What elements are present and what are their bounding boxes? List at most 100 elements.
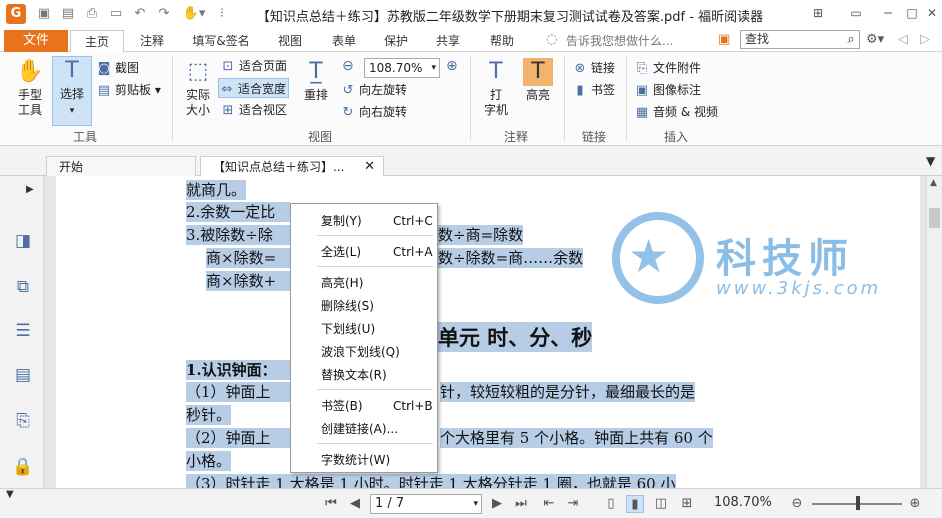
fit-page-button[interactable]: ⊡ 适合页面 — [220, 56, 287, 76]
tab-home[interactable]: 主页 — [70, 30, 124, 53]
typewriter-button[interactable]: T打 字机 — [480, 58, 512, 118]
hand-icon: ✋ — [16, 59, 44, 84]
vertical-scrollbar[interactable]: ▲ — [926, 176, 942, 488]
tell-me-input[interactable]: 告诉我您想做什么... — [566, 32, 673, 49]
settings-icon[interactable]: ⚙▾ — [866, 32, 884, 47]
screenshot-button[interactable]: ◙ 截图 — [96, 58, 139, 78]
ribbon-toggle-icon[interactable]: ⊞ — [806, 4, 830, 22]
layers-panel-icon[interactable]: ☰ — [12, 320, 34, 342]
scrollbar-thumb[interactable] — [929, 208, 940, 228]
continuous-facing-icon[interactable]: ⊞ — [678, 495, 696, 513]
continuous-page-icon[interactable]: ▮ — [626, 495, 644, 513]
link-icon: ⊗ — [574, 61, 586, 76]
redo-icon[interactable]: ↷ — [156, 6, 172, 22]
next-arrow-icon[interactable]: ▷ — [920, 32, 930, 47]
tab-share[interactable]: 共享 — [428, 30, 468, 52]
menu-item-copy[interactable]: 复制(Y) Ctrl+C — [291, 210, 437, 232]
tab-current-document[interactable]: 【知识点总结＋练习】... ✕ — [200, 156, 384, 177]
zoom-select[interactable]: 108.70% ▾ — [364, 58, 440, 78]
file-attachment-button[interactable]: ⎘ 文件附件 — [634, 58, 701, 78]
open-folder-icon[interactable]: ▣ — [36, 6, 52, 22]
search-folder-icon[interactable]: ▣ — [718, 32, 730, 47]
zoom-out-icon[interactable]: ⊖ — [342, 58, 354, 74]
scroll-up-icon[interactable]: ▲ — [930, 178, 937, 188]
actual-size-button[interactable]: ⬚ 实际 大小 — [180, 58, 216, 118]
menu-item-select-all[interactable]: 全选(L) Ctrl+A — [291, 241, 437, 263]
tab-help[interactable]: 帮助 — [482, 30, 522, 52]
hand-tool-quick-icon[interactable]: ✋▾ — [180, 6, 208, 22]
tab-fill-sign[interactable]: 填写&签名 — [186, 30, 256, 52]
group-divider — [470, 56, 471, 140]
zoom-in-icon[interactable]: ⊕ — [446, 58, 458, 74]
attachments-panel-icon[interactable]: ⎘ — [12, 410, 34, 432]
undo-icon[interactable]: ↶ — [132, 6, 148, 22]
select-tool-button[interactable]: T 选择 ▾ — [52, 56, 92, 126]
reflow-button[interactable]: T̲ 重排 — [300, 58, 332, 103]
restore-icon[interactable]: ▭ — [844, 4, 868, 22]
hand-tool-button[interactable]: ✋ 手型 工具 — [12, 58, 48, 118]
menu-item-squiggly[interactable]: 波浪下划线(Q) — [291, 341, 437, 363]
tab-form[interactable]: 表单 — [324, 30, 364, 52]
prev-arrow-icon[interactable]: ◁ — [898, 32, 908, 47]
customize-quick-access-icon[interactable]: ⁝ — [214, 6, 230, 22]
image-annotation-button[interactable]: ▣ 图像标注 — [634, 80, 701, 100]
fit-visible-button[interactable]: ⊞ 适合视区 — [220, 100, 287, 120]
bookmark-panel-icon[interactable]: ◨ — [12, 230, 34, 252]
last-page-icon[interactable]: ⏭ — [512, 495, 530, 513]
link-button[interactable]: ⊗ 链接 — [572, 58, 615, 78]
file-menu[interactable]: 文件 — [4, 30, 68, 52]
menu-item-create-link[interactable]: 创建链接(A)... — [291, 418, 437, 440]
first-page-icon[interactable]: ⏮ — [322, 495, 340, 513]
clipboard-button[interactable]: ▤ 剪贴板 ▾ — [96, 80, 161, 100]
comments-panel-icon[interactable]: ▤ — [12, 364, 34, 386]
zoom-in-status-icon[interactable]: ⊕ — [906, 495, 924, 513]
pages-panel-icon[interactable]: ⧉ — [12, 276, 34, 298]
facing-page-icon[interactable]: ◫ — [652, 495, 670, 513]
text-line: 针，较短较粗的是分针，最细最长的是 — [440, 382, 696, 402]
window-title: 【知识点总结＋练习】苏教版二年级数学下册期末复习测试试卷及答案.pdf - 福昕… — [256, 10, 764, 25]
rotate-right-button[interactable]: ↻ 向右旋转 — [340, 102, 407, 122]
search-icon[interactable]: ⌕ — [842, 30, 860, 49]
context-menu: 复制(Y) Ctrl+C 全选(L) Ctrl+A 高亮(H) 删除线(S) 下划线… — [290, 203, 438, 473]
close-icon[interactable]: ✕ — [920, 4, 942, 22]
bookmark-button[interactable]: ▮ 书签 — [572, 80, 615, 100]
close-tab-icon[interactable]: ✕ — [364, 157, 375, 177]
page-number-input[interactable]: 1 / 7 ▾ — [370, 494, 482, 514]
group-label-tools: 工具 — [72, 130, 97, 144]
tab-comment[interactable]: 注释 — [130, 30, 174, 52]
tab-view[interactable]: 视图 — [270, 30, 310, 52]
clipboard-icon: ▤ — [97, 83, 111, 98]
print-icon[interactable]: ⎙ — [84, 6, 100, 22]
audio-video-button[interactable]: ▦ 音频 & 视频 — [634, 102, 718, 122]
next-view-icon[interactable]: ⇥ — [564, 495, 582, 513]
expand-panel-icon[interactable]: ▶ — [26, 184, 34, 195]
menu-item-bookmark[interactable]: 书签(B) Ctrl+B — [291, 395, 437, 417]
prev-view-icon[interactable]: ⇤ — [540, 495, 558, 513]
text-line: 1.认识钟面： — [186, 360, 290, 380]
text-line: 商×除数+ — [206, 271, 290, 291]
text-line: 数÷除数=商……余数 — [438, 248, 584, 268]
zoom-slider-thumb[interactable] — [856, 496, 860, 510]
rotate-left-button[interactable]: ↺ 向左旋转 — [340, 80, 407, 100]
fit-width-button[interactable]: ⇔ 适合宽度 — [218, 78, 290, 98]
minimize-icon[interactable]: ─ — [876, 4, 900, 22]
save-icon[interactable]: ▤ — [60, 6, 76, 22]
image-icon: ▣ — [635, 83, 649, 98]
prev-page-icon[interactable]: ◀ — [346, 495, 364, 513]
highlight-button[interactable]: T 高亮 — [518, 58, 558, 103]
menu-item-word-count[interactable]: 字数统计(W) — [291, 449, 437, 471]
menu-item-highlight[interactable]: 高亮(H) — [291, 272, 437, 294]
pdf-page[interactable]: 就商几。 2.余数一定比 3.被除数÷除 数÷商=除数 商×除数= 数÷除数=商… — [56, 176, 920, 488]
collapse-panel-icon[interactable]: ▼ — [6, 489, 14, 500]
security-panel-icon[interactable]: 🔒 — [12, 456, 34, 478]
menu-item-underline[interactable]: 下划线(U) — [291, 318, 437, 340]
single-page-icon[interactable]: ▯ — [602, 495, 620, 513]
tab-list-chevron-icon[interactable]: ▼ — [926, 154, 935, 168]
next-page-icon[interactable]: ▶ — [488, 495, 506, 513]
tab-protect[interactable]: 保护 — [376, 30, 416, 52]
window-icon[interactable]: ▭ — [108, 6, 124, 22]
menu-item-strikethrough[interactable]: 删除线(S) — [291, 295, 437, 317]
menu-item-replace-text[interactable]: 替换文本(R) — [291, 364, 437, 386]
zoom-out-status-icon[interactable]: ⊖ — [788, 495, 806, 513]
tab-start[interactable]: 开始 — [46, 156, 196, 177]
